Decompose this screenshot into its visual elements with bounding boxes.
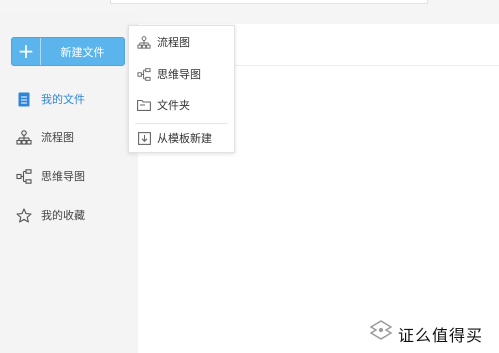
watermark-text: 证么值得买 — [398, 326, 484, 345]
sidebar-item-mindmap[interactable]: 思维导图 — [0, 157, 138, 195]
menu-item-label: 流程图 — [157, 36, 190, 49]
sidebar-item-label: 我的收藏 — [41, 209, 85, 222]
sidebar-item-label: 思维导图 — [41, 170, 85, 183]
top-bar — [0, 0, 499, 12]
menu-item-label: 文件夹 — [157, 99, 190, 112]
watermark: 证么值得买 — [368, 318, 496, 350]
menu-item-flowchart[interactable]: 流程图 — [129, 28, 234, 56]
mindmap-icon — [137, 67, 151, 81]
watermark-logo-icon — [368, 319, 394, 349]
menu-item-folder[interactable]: 文件夹 — [129, 91, 234, 119]
sidebar-item-favorites[interactable]: 我的收藏 — [0, 196, 138, 234]
menu-item-from-template[interactable]: 从模板新建 — [129, 124, 234, 152]
new-file-button[interactable]: + 新建文件 — [11, 37, 125, 66]
new-file-dropdown-menu: 流程图 思维导图 文件夹 从模板新建 — [128, 25, 235, 153]
menu-item-label: 从模板新建 — [157, 132, 212, 145]
folder-icon — [137, 98, 151, 112]
menu-item-label: 思维导图 — [157, 68, 201, 81]
sidebar-item-flowchart[interactable]: 流程图 — [0, 118, 138, 156]
document-icon — [16, 91, 32, 107]
mindmap-icon — [16, 168, 32, 184]
new-file-label: 新建文件 — [60, 45, 105, 59]
plus-icon: + — [12, 38, 41, 65]
sidebar-item-label: 我的文件 — [41, 93, 85, 106]
top-search-field[interactable] — [110, 0, 428, 4]
sidebar-item-label: 流程图 — [41, 131, 74, 144]
menu-item-mindmap[interactable]: 思维导图 — [129, 60, 234, 88]
star-icon — [16, 207, 32, 223]
flowchart-icon — [137, 35, 151, 49]
sidebar-item-my-files[interactable]: 我的文件 — [0, 80, 138, 118]
flowchart-icon — [16, 129, 32, 145]
template-icon — [137, 131, 151, 145]
